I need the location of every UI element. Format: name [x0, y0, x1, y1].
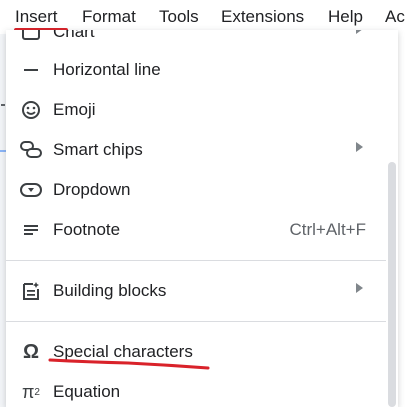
menu-item-horizontal-line[interactable]: Horizontal line — [6, 52, 386, 88]
menu-item-label: Chart — [53, 30, 95, 41]
page-mark — [1, 104, 5, 106]
menubar: Insert Format Tools Extensions Help Ac — [0, 0, 405, 34]
menu-item-label: Equation — [53, 382, 121, 401]
omega-icon: Ω — [22, 340, 40, 363]
menu-item-equation[interactable]: π2 Equation — [6, 374, 386, 407]
menu-item-label: Emoji — [53, 100, 96, 119]
menu-insert[interactable]: Insert — [15, 7, 58, 27]
insert-dropdown-menu: Chart Horizontal line Emoji Smart chips — [6, 30, 398, 407]
menu-item-chart[interactable]: Chart — [6, 30, 386, 50]
menu-item-label: Horizontal line — [53, 60, 161, 79]
submenu-arrow-icon — [356, 30, 363, 34]
horizontal-line-icon — [20, 60, 42, 80]
menu-help[interactable]: Help — [328, 7, 363, 27]
menu-tools[interactable]: Tools — [159, 7, 199, 27]
menu-item-label: Smart chips — [53, 140, 143, 159]
submenu-arrow-icon — [356, 142, 363, 152]
menu-separator — [6, 260, 386, 261]
menu-item-label: Footnote — [53, 220, 121, 239]
chart-icon — [20, 30, 42, 42]
building-blocks-icon — [20, 281, 42, 301]
menu-item-footnote[interactable]: Footnote Ctrl+Alt+F — [6, 212, 386, 248]
menu-item-dropdown[interactable]: Dropdown — [6, 172, 386, 208]
dropdown-icon — [20, 180, 42, 200]
menu-item-smart-chips[interactable]: Smart chips — [6, 132, 386, 168]
smart-chips-icon — [20, 140, 42, 160]
keyboard-shortcut: Ctrl+Alt+F — [289, 220, 366, 239]
submenu-arrow-icon — [356, 283, 363, 293]
pi-squared-icon: π2 — [22, 381, 40, 402]
menu-extensions[interactable]: Extensions — [221, 7, 304, 27]
menu-item-label: Dropdown — [53, 180, 131, 199]
footnote-icon — [20, 220, 42, 240]
emoji-icon — [20, 100, 42, 120]
menu-item-label: Building blocks — [53, 281, 167, 300]
menu-scrollbar-thumb[interactable] — [388, 162, 396, 407]
menu-item-emoji[interactable]: Emoji — [6, 92, 386, 128]
menu-format[interactable]: Format — [82, 7, 136, 27]
red-annotation-underline — [48, 358, 210, 370]
menu-separator — [6, 321, 386, 322]
menu-accessibility[interactable]: Ac — [385, 7, 405, 27]
menu-item-building-blocks[interactable]: Building blocks — [6, 273, 386, 309]
